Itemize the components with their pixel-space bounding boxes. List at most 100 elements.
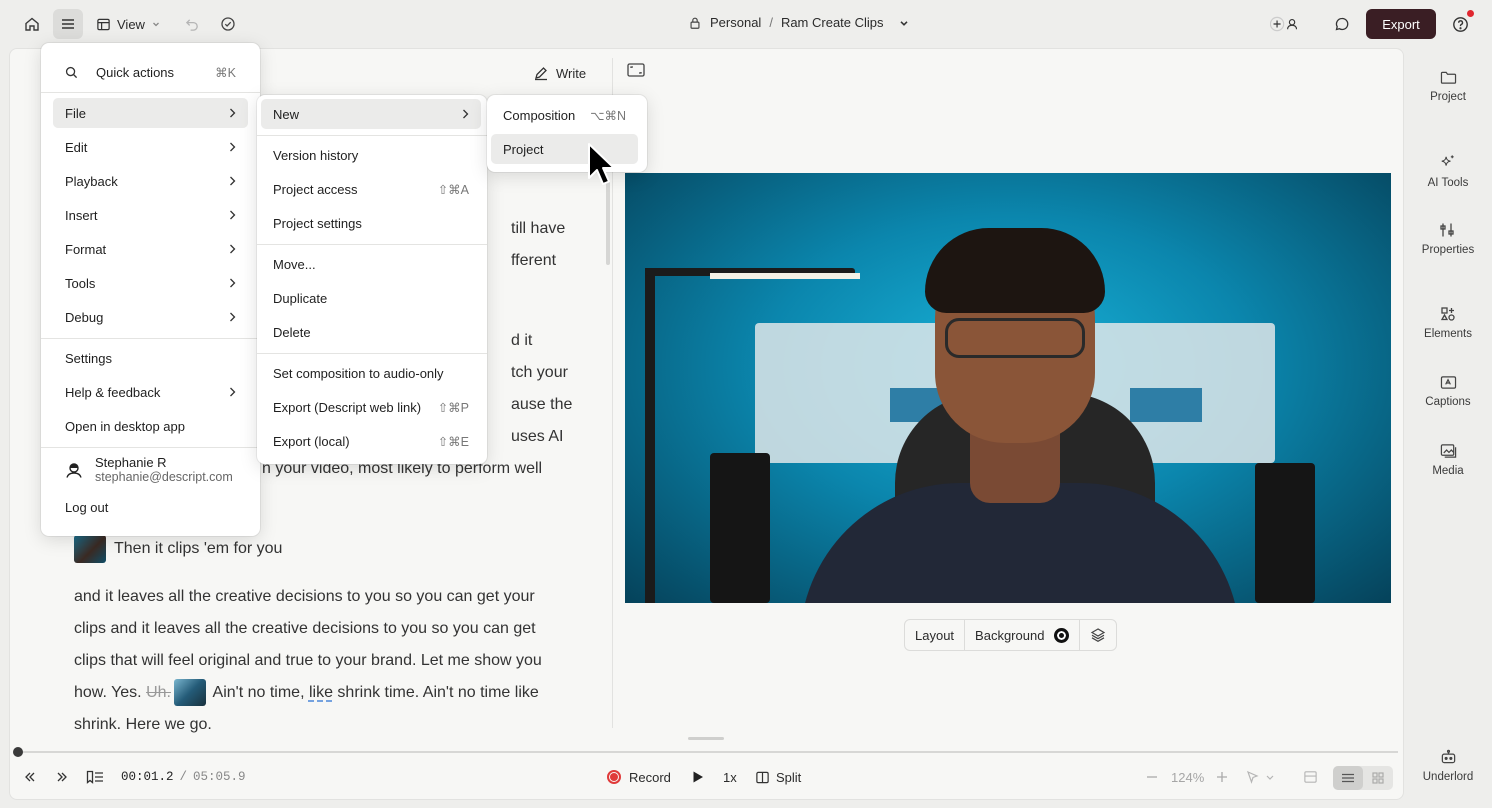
- script-scrollbar[interactable]: [606, 180, 610, 265]
- script-fragment[interactable]: d it: [511, 325, 532, 357]
- rail-item-project[interactable]: Project: [1404, 70, 1492, 103]
- resize-handle[interactable]: [688, 737, 724, 740]
- inline-clip-thumbnail[interactable]: [173, 679, 206, 707]
- menu-item-version-history[interactable]: Version history: [261, 140, 481, 170]
- menu-item-edit[interactable]: Edit: [53, 132, 248, 162]
- script-fragment[interactable]: fferent: [511, 245, 556, 277]
- script-view-toggle[interactable]: [1333, 766, 1363, 790]
- playhead[interactable]: [13, 747, 23, 757]
- home-button[interactable]: [17, 9, 47, 39]
- time-separator: /: [179, 770, 188, 784]
- timecode: 00:01.2 / 05:05.9: [121, 760, 246, 794]
- speed-button[interactable]: 1x: [723, 760, 737, 794]
- minus-icon: [1147, 776, 1157, 778]
- menu-item-file[interactable]: File: [53, 98, 248, 128]
- main-menu-button[interactable]: [53, 9, 83, 39]
- menu-item-label: File: [65, 105, 86, 121]
- menu-item-move[interactable]: Move...: [261, 249, 481, 279]
- zoom-out-button[interactable]: [1146, 760, 1158, 794]
- rail-item-properties[interactable]: Properties: [1404, 222, 1492, 256]
- skip-forward-button[interactable]: [55, 760, 69, 794]
- script-paragraph[interactable]: and it leaves all the creative decisions…: [74, 581, 564, 741]
- clip-thumbnail[interactable]: [74, 535, 106, 563]
- script-fragment[interactable]: tch your: [511, 357, 568, 389]
- rail-item-ai-tools[interactable]: AI Tools: [1404, 154, 1492, 189]
- menu-item-insert[interactable]: Insert: [53, 200, 248, 230]
- menu-item-audio-only[interactable]: Set composition to audio-only: [261, 358, 481, 388]
- rail-item-elements[interactable]: Elements: [1404, 306, 1492, 340]
- chevron-down-icon[interactable]: [898, 17, 910, 29]
- invite-button[interactable]: [1270, 9, 1300, 39]
- layers-button[interactable]: [1080, 620, 1116, 650]
- grid-view-toggle[interactable]: [1363, 766, 1393, 790]
- help-icon: [1452, 16, 1468, 32]
- removed-word[interactable]: Uh.: [146, 684, 171, 701]
- breadcrumb: Personal / Ram Create Clips: [688, 15, 910, 30]
- menu-item-label: New: [273, 106, 300, 122]
- menu-divider: [41, 338, 260, 339]
- menu-item-new[interactable]: New: [261, 99, 481, 129]
- flagged-word[interactable]: like: [309, 684, 333, 701]
- write-button[interactable]: Write: [533, 62, 586, 84]
- split-button[interactable]: Split: [755, 760, 801, 794]
- menu-item-playback[interactable]: Playback: [53, 166, 248, 196]
- record-button[interactable]: Record: [607, 760, 671, 794]
- menu-item-quick-actions[interactable]: Quick actions ⌘K: [53, 57, 248, 87]
- menu-item-label: Log out: [65, 499, 109, 515]
- comments-button[interactable]: [1327, 9, 1357, 39]
- timeline-scrubber[interactable]: [18, 751, 1398, 753]
- media-icon: [1440, 444, 1456, 458]
- rail-item-captions[interactable]: Captions: [1404, 375, 1492, 408]
- menu-item-export-web[interactable]: Export (Descript web link) ⇧⌘P: [261, 392, 481, 422]
- script-clip-line[interactable]: Then it clips 'em for you: [74, 535, 282, 563]
- menu-item-new-composition[interactable]: Composition ⌥⌘N: [491, 100, 638, 130]
- menu-item-label: Open in desktop app: [65, 418, 185, 434]
- chevron-right-icon: [463, 109, 469, 119]
- view-menu-button[interactable]: View: [96, 9, 161, 39]
- play-button[interactable]: [692, 760, 704, 794]
- menu-item-duplicate[interactable]: Duplicate: [261, 283, 481, 313]
- menu-item-project-access[interactable]: Project access ⇧⌘A: [261, 174, 481, 204]
- breadcrumb-project[interactable]: Ram Create Clips: [781, 15, 884, 30]
- menu-item-settings[interactable]: Settings: [53, 343, 248, 373]
- zoom-in-button[interactable]: [1216, 760, 1228, 794]
- check-circle-icon: [221, 17, 235, 31]
- menu-item-label: Move...: [273, 256, 316, 272]
- record-label: Record: [629, 769, 671, 785]
- menu-item-open-desktop[interactable]: Open in desktop app: [53, 411, 248, 441]
- video-preview[interactable]: [625, 173, 1391, 603]
- breadcrumb-workspace[interactable]: Personal: [710, 15, 761, 30]
- menu-item-logout[interactable]: Log out: [53, 492, 248, 522]
- rail-item-media[interactable]: Media: [1404, 443, 1492, 477]
- play-icon: [693, 771, 703, 783]
- menu-item-export-local[interactable]: Export (local) ⇧⌘E: [261, 426, 481, 456]
- pointer-tool-button[interactable]: [1246, 760, 1276, 794]
- layout-button[interactable]: Layout: [905, 620, 966, 650]
- menu-divider: [257, 135, 487, 136]
- background-button[interactable]: Background: [965, 620, 1081, 650]
- script-fragment[interactable]: till have: [511, 213, 565, 245]
- script-fragment[interactable]: ause the: [511, 389, 572, 421]
- menu-item-help[interactable]: Help & feedback: [53, 377, 248, 407]
- timeline-panel-button[interactable]: [1303, 760, 1318, 794]
- menu-item-delete[interactable]: Delete: [261, 317, 481, 347]
- menu-item-label: Version history: [273, 147, 359, 163]
- skip-back-button[interactable]: [23, 760, 37, 794]
- background-label: Background: [975, 627, 1045, 643]
- menu-item-format[interactable]: Format: [53, 234, 248, 264]
- menu-item-debug[interactable]: Debug: [53, 302, 248, 332]
- review-button[interactable]: [213, 9, 243, 39]
- export-button[interactable]: Export: [1366, 9, 1436, 39]
- menu-item-project-settings[interactable]: Project settings: [261, 208, 481, 238]
- menu-divider: [41, 92, 260, 93]
- layout-toggle-button[interactable]: [627, 63, 645, 80]
- chapters-button[interactable]: [86, 760, 104, 794]
- menu-item-tools[interactable]: Tools: [53, 268, 248, 298]
- script-fragment[interactable]: uses AI: [511, 421, 563, 453]
- chevron-right-icon: [230, 312, 236, 322]
- menu-item-label: Composition: [503, 107, 576, 123]
- menu-divider: [41, 447, 260, 448]
- rail-item-underlord[interactable]: Underlord: [1404, 749, 1492, 783]
- chevron-right-icon: [230, 244, 236, 254]
- undo-button[interactable]: [177, 9, 207, 39]
